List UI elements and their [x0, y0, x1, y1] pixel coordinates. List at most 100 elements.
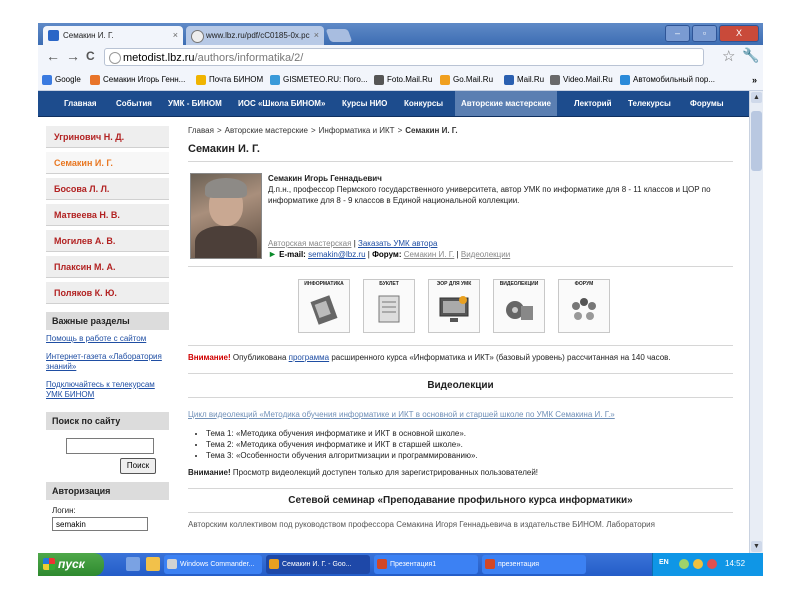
- scroll-up-icon[interactable]: ▲: [751, 92, 762, 103]
- divider: [188, 397, 733, 398]
- bookmark-item[interactable]: Mail.Ru: [504, 70, 544, 90]
- page-icon: [109, 52, 121, 64]
- tab-active[interactable]: Семакин И. Г. ×: [43, 26, 183, 45]
- sidebar-author-current[interactable]: Семакин И. Г.: [46, 152, 169, 174]
- help-link[interactable]: Помощь в работе с сайтом: [46, 334, 169, 344]
- nav-item[interactable]: УМК - БИНОМ: [168, 91, 222, 116]
- author-photo: [190, 173, 262, 259]
- web-page: Главная События УМК - БИНОМ ИОС «Школа Б…: [38, 91, 763, 553]
- seminar-intro: Авторским коллективом под руководством п…: [188, 520, 655, 529]
- search-button[interactable]: Поиск: [120, 458, 156, 474]
- mailru-icon: [504, 75, 514, 85]
- windows-taskbar: пуск Windows Commander... Семакин И. Г. …: [38, 553, 763, 576]
- program-link[interactable]: программа: [289, 353, 330, 362]
- sidebar-author[interactable]: Плаксин М. А.: [46, 256, 169, 278]
- author-bio: Д.п.н., профессор Пермского государствен…: [268, 185, 711, 205]
- nav-item[interactable]: ИОС «Школа БИНОМ»: [238, 91, 325, 116]
- notice-warning: Внимание!: [188, 468, 231, 477]
- order-umk-link[interactable]: Заказать УМК автора: [358, 239, 437, 248]
- address-host: metodist.lbz.ru: [123, 52, 195, 64]
- tray-icon[interactable]: [679, 559, 689, 569]
- nav-item[interactable]: Курсы НИО: [342, 91, 387, 116]
- bookmark-item[interactable]: Автомобильный пор...: [620, 70, 715, 90]
- google-icon: [42, 75, 52, 85]
- tile-forum[interactable]: ФОРУМ: [558, 279, 610, 333]
- email-link[interactable]: semakin@lbz.ru: [308, 250, 365, 259]
- seminar-title: Сетевой семинар «Преподавание профильног…: [288, 495, 633, 506]
- telecourses-link[interactable]: Подключайтесь к телекурсам УМК БИНОМ: [46, 380, 169, 400]
- breadcrumb-link[interactable]: Главая: [188, 126, 214, 135]
- sidebar-author[interactable]: Могилев А. В.: [46, 230, 169, 252]
- tray-icon[interactable]: [693, 559, 703, 569]
- tile-informatics[interactable]: ИНФОРМАТИКА: [298, 279, 350, 333]
- quicklaunch-icon[interactable]: [126, 557, 140, 571]
- taskbar-button-active[interactable]: Семакин И. Г. - Goo...: [266, 555, 370, 574]
- minimize-button[interactable]: –: [665, 25, 690, 42]
- video-cycle-link[interactable]: Цикл видеолекций «Методика обучения инфо…: [188, 410, 615, 419]
- language-indicator[interactable]: EN: [659, 559, 669, 566]
- forward-button[interactable]: →: [66, 48, 80, 64]
- newspaper-link[interactable]: Интернет-газета «Лаборатория знаний»: [46, 352, 169, 372]
- address-bar[interactable]: metodist.lbz.ru/authors/informatika/2/: [104, 48, 704, 66]
- tile-video-lectures[interactable]: ВИДЕОЛЕКЦИИ: [493, 279, 545, 333]
- bookmark-item[interactable]: Foto.Mail.Ru: [374, 70, 432, 90]
- taskbar-button[interactable]: презентация: [482, 555, 586, 574]
- nav-item[interactable]: Телекурсы: [628, 91, 671, 116]
- workshop-link[interactable]: Авторская мастерская: [268, 239, 351, 248]
- bookmark-item[interactable]: GISMETEO.RU: Пого...: [270, 70, 368, 90]
- list-item: Тема 3: «Особенности обучения алгоритмиз…: [206, 450, 733, 461]
- nav-item-active[interactable]: Авторские мастерские: [455, 91, 558, 116]
- breadcrumb-link[interactable]: Информатика и ИКТ: [319, 126, 395, 135]
- scroll-thumb[interactable]: [751, 111, 762, 171]
- bookmark-item[interactable]: Google: [42, 70, 81, 90]
- bookmark-item[interactable]: Go.Mail.Ru: [440, 70, 493, 90]
- bookmark-item[interactable]: Video.Mail.Ru: [550, 70, 613, 90]
- tile-eor[interactable]: ЭОР ДЛЯ УМК: [428, 279, 480, 333]
- site-search-title: Поиск по сайту: [46, 412, 169, 430]
- quicklaunch-icon[interactable]: [146, 557, 160, 571]
- scroll-down-icon[interactable]: ▼: [751, 541, 762, 552]
- nav-item[interactable]: Лекторий: [574, 91, 612, 116]
- bookmark-item[interactable]: Семакин Игорь Генн...: [90, 70, 185, 90]
- nav-item[interactable]: Конкурсы: [404, 91, 443, 116]
- bookmarks-overflow-icon[interactable]: »: [752, 70, 757, 90]
- taskbar-button[interactable]: Презентация1: [374, 555, 478, 574]
- tab-inactive[interactable]: www.lbz.ru/pdf/cC0185-0x.pc ×: [186, 26, 324, 45]
- taskbar-button[interactable]: Windows Commander...: [164, 555, 262, 574]
- divider: [188, 161, 733, 162]
- sidebar-author[interactable]: Поляков К. Ю.: [46, 282, 169, 304]
- page-scrollbar[interactable]: ▲ ▼: [749, 91, 763, 553]
- tab-title: www.lbz.ru/pdf/cC0185-0x.pc: [206, 31, 310, 40]
- search-input[interactable]: [66, 438, 154, 454]
- windows-flag-icon: [43, 558, 55, 570]
- wrench-icon[interactable]: 🔧: [742, 47, 759, 64]
- new-tab-button[interactable]: [325, 29, 353, 42]
- start-button[interactable]: пуск: [38, 553, 104, 576]
- tab-close-icon[interactable]: ×: [314, 26, 319, 45]
- sidebar-author[interactable]: Босова Л. Л.: [46, 178, 169, 200]
- arrow-icon: ►: [268, 249, 277, 259]
- screen: Семакин И. Г. × www.lbz.ru/pdf/cC0185-0x…: [38, 23, 763, 576]
- sidebar-author[interactable]: Матвеева Н. В.: [46, 204, 169, 226]
- nav-item[interactable]: Форумы: [690, 91, 724, 116]
- bookmark-star-icon[interactable]: ☆: [722, 47, 735, 65]
- back-button[interactable]: ←: [46, 48, 60, 64]
- bookmark-item[interactable]: Почта БИНОМ: [196, 70, 263, 90]
- site-search: Поиск: [46, 430, 169, 482]
- login-input[interactable]: semakin: [52, 517, 148, 531]
- powerpoint-icon: [485, 559, 495, 569]
- sidebar-author[interactable]: Угринович Н. Д.: [46, 126, 169, 148]
- close-window-button[interactable]: X: [719, 25, 759, 42]
- maximize-button[interactable]: ▫: [692, 25, 717, 42]
- tab-close-icon[interactable]: ×: [173, 26, 178, 45]
- video-lectures-link[interactable]: Видеолекции: [461, 250, 510, 259]
- reload-button[interactable]: C: [86, 49, 95, 63]
- tile-booklet[interactable]: БУКЛЕТ: [363, 279, 415, 333]
- breadcrumb-link[interactable]: Авторские мастерские: [225, 126, 308, 135]
- breadcrumb-current: Семакин И. Г.: [405, 126, 458, 135]
- divider: [188, 345, 733, 346]
- nav-item[interactable]: Главная: [64, 91, 97, 116]
- forum-link[interactable]: Семакин И. Г.: [404, 250, 455, 259]
- tray-icon[interactable]: [707, 559, 717, 569]
- nav-item[interactable]: События: [116, 91, 152, 116]
